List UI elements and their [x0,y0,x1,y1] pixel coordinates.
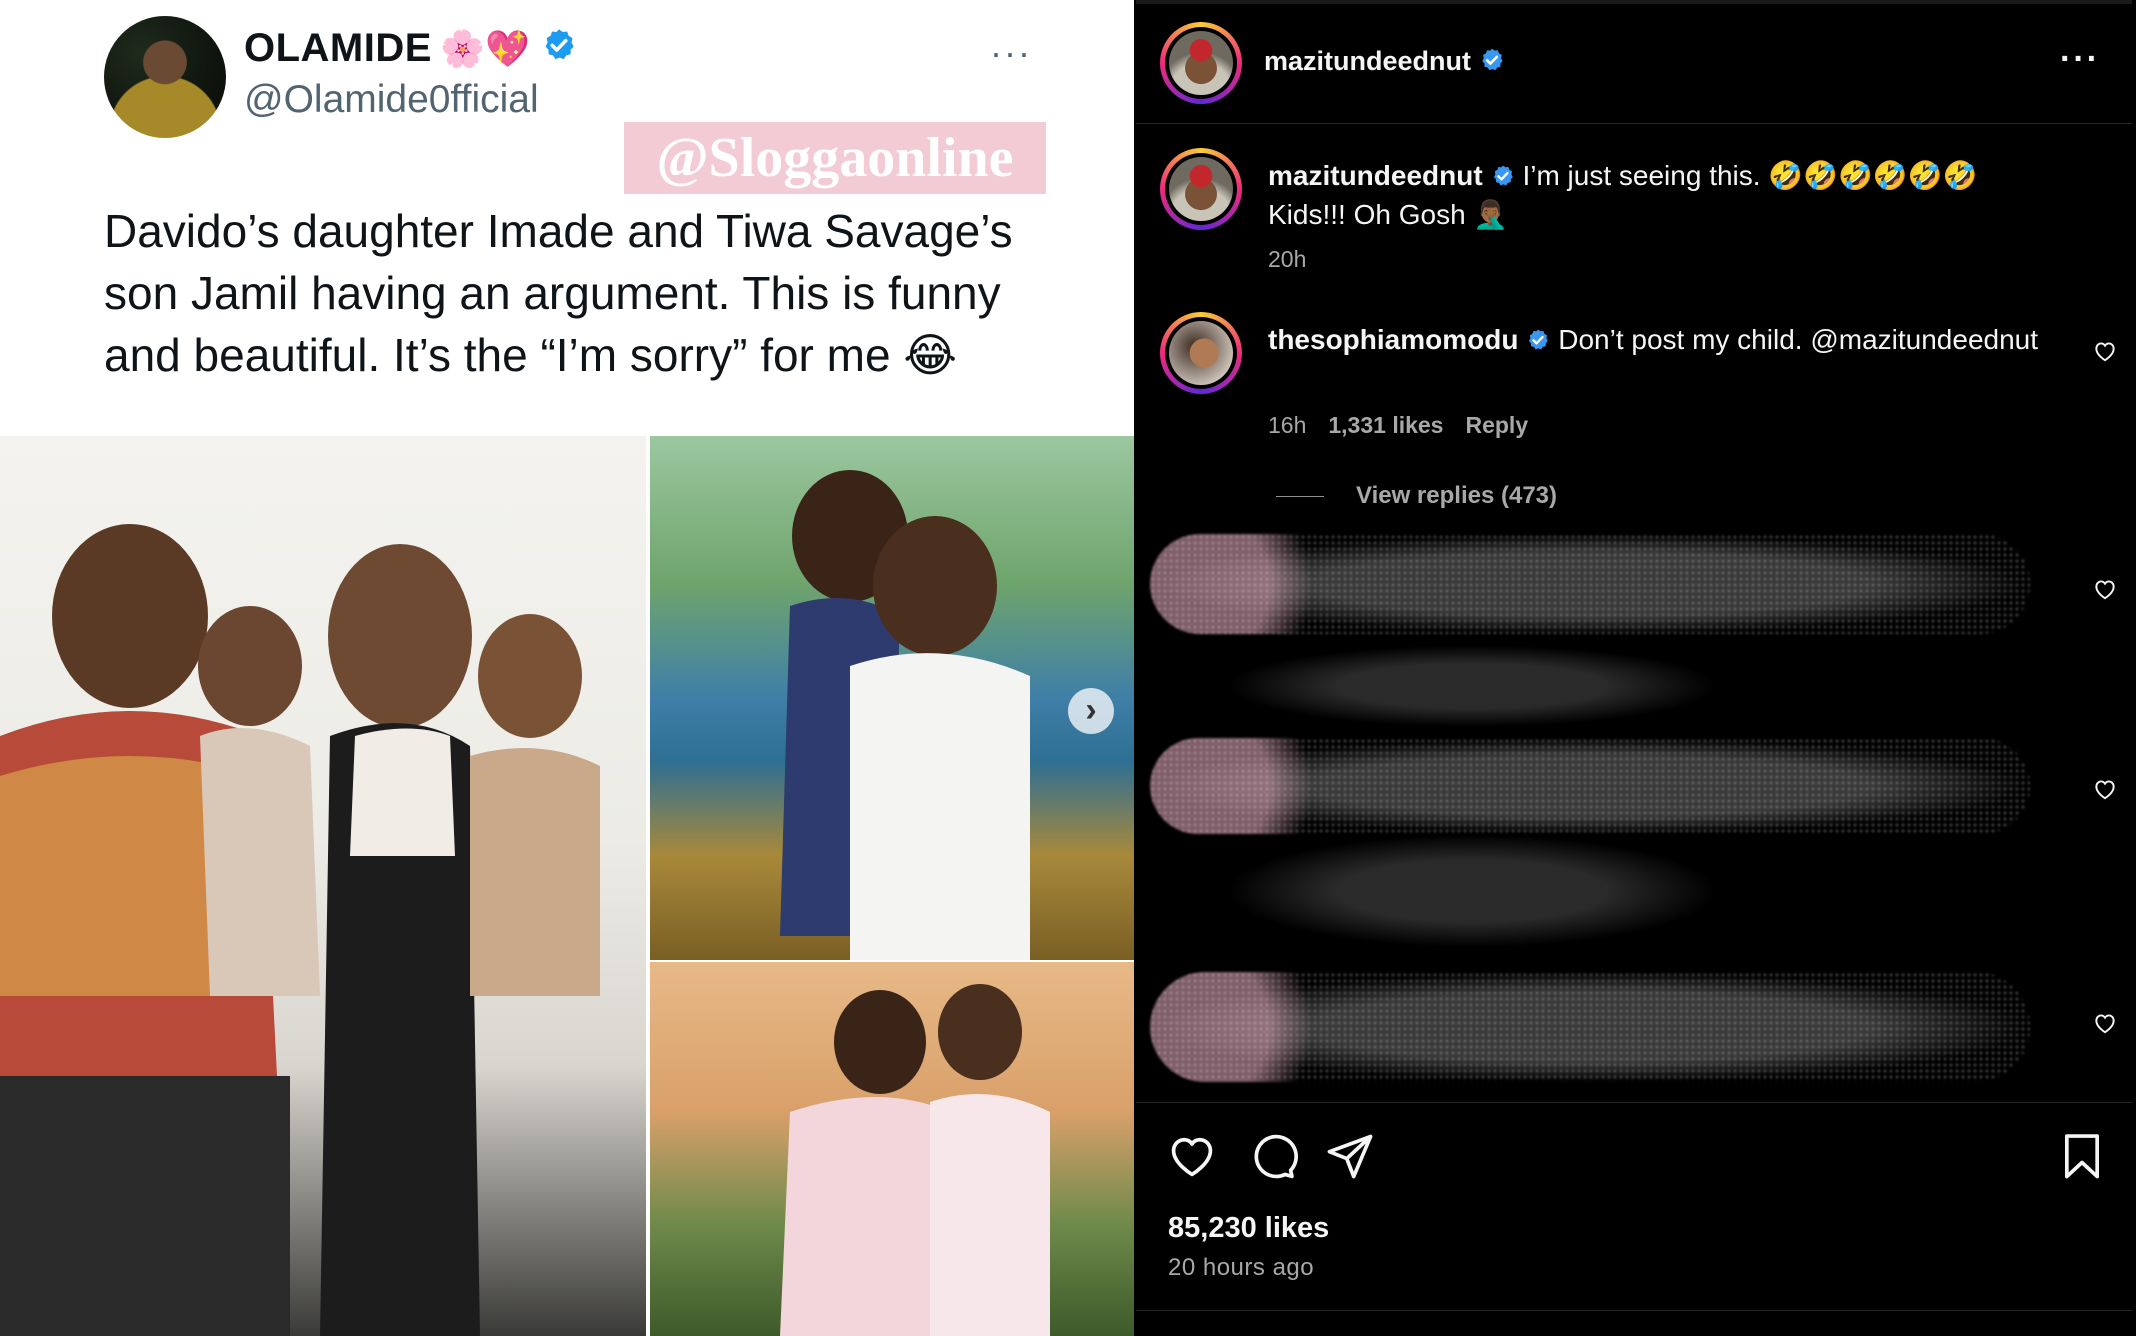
caption-username[interactable]: mazitundeednut [1268,160,1483,191]
blurred-comment-2-meta [1232,836,1712,946]
post-time: 20 hours ago [1168,1254,1315,1281]
tweet-photo-family[interactable] [0,436,646,1336]
likes-count[interactable]: 85,230 likes [1168,1212,1329,1245]
caption: mazitundeednut I’m just seeing this. 🤣🤣🤣… [1268,158,2038,233]
tweet-screenshot: OLAMIDE 🌸💖 @Olamide0fficial ··· @Sloggaon… [0,0,1134,1336]
comment-heart-icon[interactable] [2092,576,2118,602]
comment-meta: 16h 1,331 likes Reply [1268,412,1528,439]
tweet-author-emoji: 🌸💖 [439,28,531,69]
chevron-right-icon[interactable]: › [1068,688,1114,734]
verified-badge-icon [1491,161,1515,197]
comment: thesophiamomodu Don’t post my child. @ma… [1268,322,2038,361]
comment-heart-icon[interactable] [2092,338,2118,364]
blurred-comment-3 [1150,972,2030,1082]
tweet-author-name[interactable]: OLAMIDE 🌸💖 [244,26,577,73]
comment-username[interactable]: thesophiamomodu [1268,324,1518,355]
tweet-text: Davido’s daughter Imade and Tiwa Savage’… [104,205,1013,381]
tweet-photo-kids-hug[interactable] [650,436,1134,960]
comment-heart-icon[interactable] [2092,776,2118,802]
share-icon[interactable] [1324,1130,1376,1182]
header-username-text: mazitundeednut [1264,46,1471,76]
verified-badge-icon [541,27,577,73]
header-avatar[interactable] [1160,22,1242,104]
footer-divider [1136,1310,2132,1311]
more-icon[interactable]: ··· [2060,40,2100,79]
kids-karate-illustration [780,984,1050,1336]
reply-button[interactable]: Reply [1465,412,1528,438]
header-divider [1136,123,2132,124]
family-photo-illustration [0,524,600,1336]
comment-avatar-image [1169,321,1233,385]
comment-heart-icon[interactable] [2092,1010,2118,1036]
comment-avatar[interactable] [1160,312,1242,394]
more-icon[interactable]: ··· [990,32,1032,74]
watermark: @Sloggaonline [624,122,1046,194]
tweet-photo-kids-karate[interactable] [650,962,1134,1336]
verified-badge-icon [1526,325,1550,361]
instagram-post-panel: mazitundeednut ··· mazitundeednut I’m ju… [1136,0,2136,1336]
top-strip [1136,0,2132,4]
blurred-comment-2 [1150,738,2030,834]
tweet-author-avatar[interactable] [104,16,226,138]
blurred-comment-1 [1150,534,2030,634]
comment-likes[interactable]: 1,331 likes [1328,412,1443,438]
caption-avatar-image [1169,157,1233,221]
comment-text: Don’t post my child. @mazitundeednut [1558,324,2039,355]
header-username[interactable]: mazitundeednut [1264,46,1505,80]
view-replies-button[interactable]: View replies (473) [1356,482,1557,510]
comment-time: 16h [1268,412,1307,438]
heart-icon[interactable] [1166,1130,1218,1182]
verified-badge-icon [1479,47,1505,80]
tweet-author-name-text: OLAMIDE [244,26,432,70]
blurred-comment-1-meta [1232,646,1712,726]
caption-time: 20h [1268,246,1307,272]
caption-avatar[interactable] [1160,148,1242,230]
view-replies-line [1276,496,1324,497]
header-avatar-image [1169,31,1233,95]
kids-hug-illustration [780,470,1030,960]
actions-divider [1136,1102,2132,1103]
tweet-author-handle[interactable]: @Olamide0fficial [244,78,539,122]
bookmark-icon[interactable] [2056,1130,2108,1182]
comment-icon[interactable] [1246,1130,1298,1182]
